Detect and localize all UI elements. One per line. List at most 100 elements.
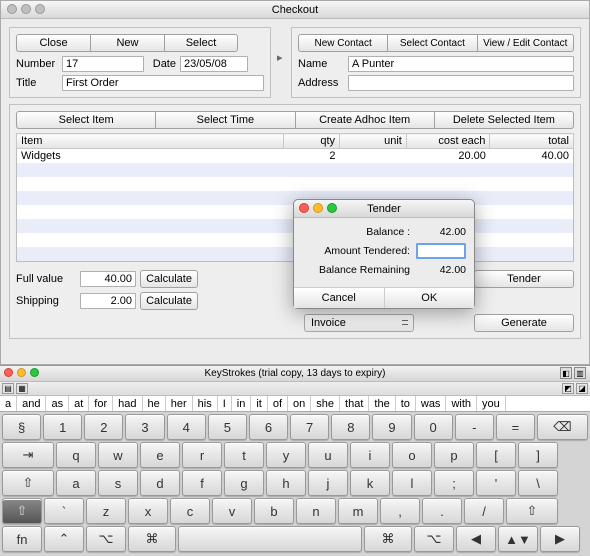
key[interactable]: p — [434, 442, 474, 468]
prediction-word[interactable]: it — [251, 396, 268, 411]
key[interactable]: § — [2, 414, 41, 440]
prediction-word[interactable]: in — [232, 396, 252, 411]
prediction-word[interactable]: with — [446, 396, 477, 411]
prediction-word[interactable]: was — [416, 396, 447, 411]
key[interactable]: ⇧ — [506, 498, 558, 524]
prediction-word[interactable]: to — [396, 396, 416, 411]
view-edit-contact-button[interactable]: View / Edit Contact — [477, 34, 575, 52]
close-button[interactable]: Close — [16, 34, 90, 52]
key[interactable]: 3 — [125, 414, 164, 440]
traffic-lights[interactable] — [7, 4, 45, 14]
key[interactable]: t — [224, 442, 264, 468]
header-cost-each[interactable]: cost each — [406, 134, 490, 149]
key[interactable]: ⌃ — [44, 526, 84, 552]
keyboard-toolbar-left[interactable]: ▤▦ — [2, 383, 28, 394]
key[interactable]: o — [392, 442, 432, 468]
prediction-word[interactable]: he — [143, 396, 166, 411]
dialog-amount-field[interactable] — [416, 243, 466, 259]
key[interactable]: 9 — [372, 414, 411, 440]
prediction-word[interactable]: of — [268, 396, 288, 411]
delete-selected-button[interactable]: Delete Selected Item — [434, 111, 574, 129]
key[interactable]: ⇧ — [2, 498, 42, 524]
key[interactable]: a — [56, 470, 96, 496]
new-contact-button[interactable]: New Contact — [298, 34, 387, 52]
prediction-word[interactable]: his — [193, 396, 218, 411]
prediction-word[interactable]: she — [311, 396, 340, 411]
key[interactable]: 0 — [414, 414, 453, 440]
key[interactable]: , — [380, 498, 420, 524]
select-time-button[interactable]: Select Time — [155, 111, 294, 129]
prediction-word[interactable]: as — [46, 396, 69, 411]
tender-button[interactable]: Tender — [474, 270, 574, 288]
prediction-word[interactable]: for — [89, 396, 113, 411]
prediction-word[interactable]: I — [218, 396, 232, 411]
key[interactable]: ⇥ — [2, 442, 54, 468]
prediction-word[interactable]: on — [288, 396, 311, 411]
key[interactable]: ⇧ — [2, 470, 54, 496]
key[interactable]: 4 — [167, 414, 206, 440]
table-row[interactable] — [17, 163, 574, 177]
prediction-word[interactable]: a — [0, 396, 17, 411]
select-item-button[interactable]: Select Item — [16, 111, 155, 129]
disclosure-triangle[interactable]: ▸ — [277, 27, 285, 98]
title-field[interactable] — [62, 75, 264, 91]
dialog-cancel-button[interactable]: Cancel — [294, 288, 385, 308]
key[interactable]: ⌫ — [537, 414, 588, 440]
key[interactable]: 8 — [331, 414, 370, 440]
key[interactable]: 7 — [290, 414, 329, 440]
key[interactable]: ' — [476, 470, 516, 496]
key[interactable]: fn — [2, 526, 42, 552]
key[interactable]: 5 — [208, 414, 247, 440]
header-item[interactable]: Item — [17, 134, 284, 149]
key[interactable]: = — [496, 414, 535, 440]
header-total[interactable]: total — [490, 134, 574, 149]
key[interactable]: ⌥ — [86, 526, 126, 552]
key[interactable]: c — [170, 498, 210, 524]
key[interactable]: / — [464, 498, 504, 524]
key[interactable]: ⌘ — [364, 526, 412, 552]
key[interactable]: l — [392, 470, 432, 496]
dialog-ok-button[interactable]: OK — [385, 288, 475, 308]
key[interactable]: ▲▼ — [498, 526, 538, 552]
key[interactable]: . — [422, 498, 462, 524]
prediction-word[interactable]: you — [477, 396, 506, 411]
calculate-shipping-button[interactable]: Calculate — [140, 292, 198, 310]
key[interactable]: u — [308, 442, 348, 468]
key[interactable]: 6 — [249, 414, 288, 440]
key[interactable]: ⌥ — [414, 526, 454, 552]
key[interactable]: f — [182, 470, 222, 496]
key[interactable]: ` — [44, 498, 84, 524]
select-contact-button[interactable]: Select Contact — [387, 34, 476, 52]
key[interactable]: 1 — [43, 414, 82, 440]
key[interactable]: 2 — [84, 414, 123, 440]
key[interactable]: i — [350, 442, 390, 468]
keyboard-title-right-icons[interactable]: ◧▥ — [560, 367, 586, 379]
address-field[interactable] — [348, 75, 574, 91]
key[interactable]: ; — [434, 470, 474, 496]
key[interactable]: d — [140, 470, 180, 496]
keyboard-toolbar-right[interactable]: ◩◪ — [562, 383, 588, 394]
generate-button[interactable]: Generate — [474, 314, 574, 332]
document-type-select[interactable]: Invoice — [304, 314, 414, 332]
key[interactable]: n — [296, 498, 336, 524]
table-row[interactable] — [17, 177, 574, 191]
number-field[interactable] — [62, 56, 144, 72]
table-row[interactable]: Widgets220.0040.00 — [17, 149, 574, 164]
key[interactable]: q — [56, 442, 96, 468]
key[interactable]: [ — [476, 442, 516, 468]
prediction-word[interactable]: her — [166, 396, 193, 411]
key[interactable]: ⌘ — [128, 526, 176, 552]
full-value-field[interactable] — [80, 271, 136, 287]
key[interactable]: ] — [518, 442, 558, 468]
prediction-word[interactable]: and — [17, 396, 46, 411]
keyboard-traffic-lights[interactable] — [4, 368, 39, 377]
key[interactable]: x — [128, 498, 168, 524]
key[interactable]: \ — [518, 470, 558, 496]
prediction-word[interactable]: had — [113, 396, 142, 411]
prediction-word[interactable]: at — [69, 396, 89, 411]
key[interactable]: s — [98, 470, 138, 496]
date-field[interactable] — [180, 56, 248, 72]
prediction-word[interactable]: that — [340, 396, 369, 411]
key[interactable]: v — [212, 498, 252, 524]
key[interactable]: b — [254, 498, 294, 524]
